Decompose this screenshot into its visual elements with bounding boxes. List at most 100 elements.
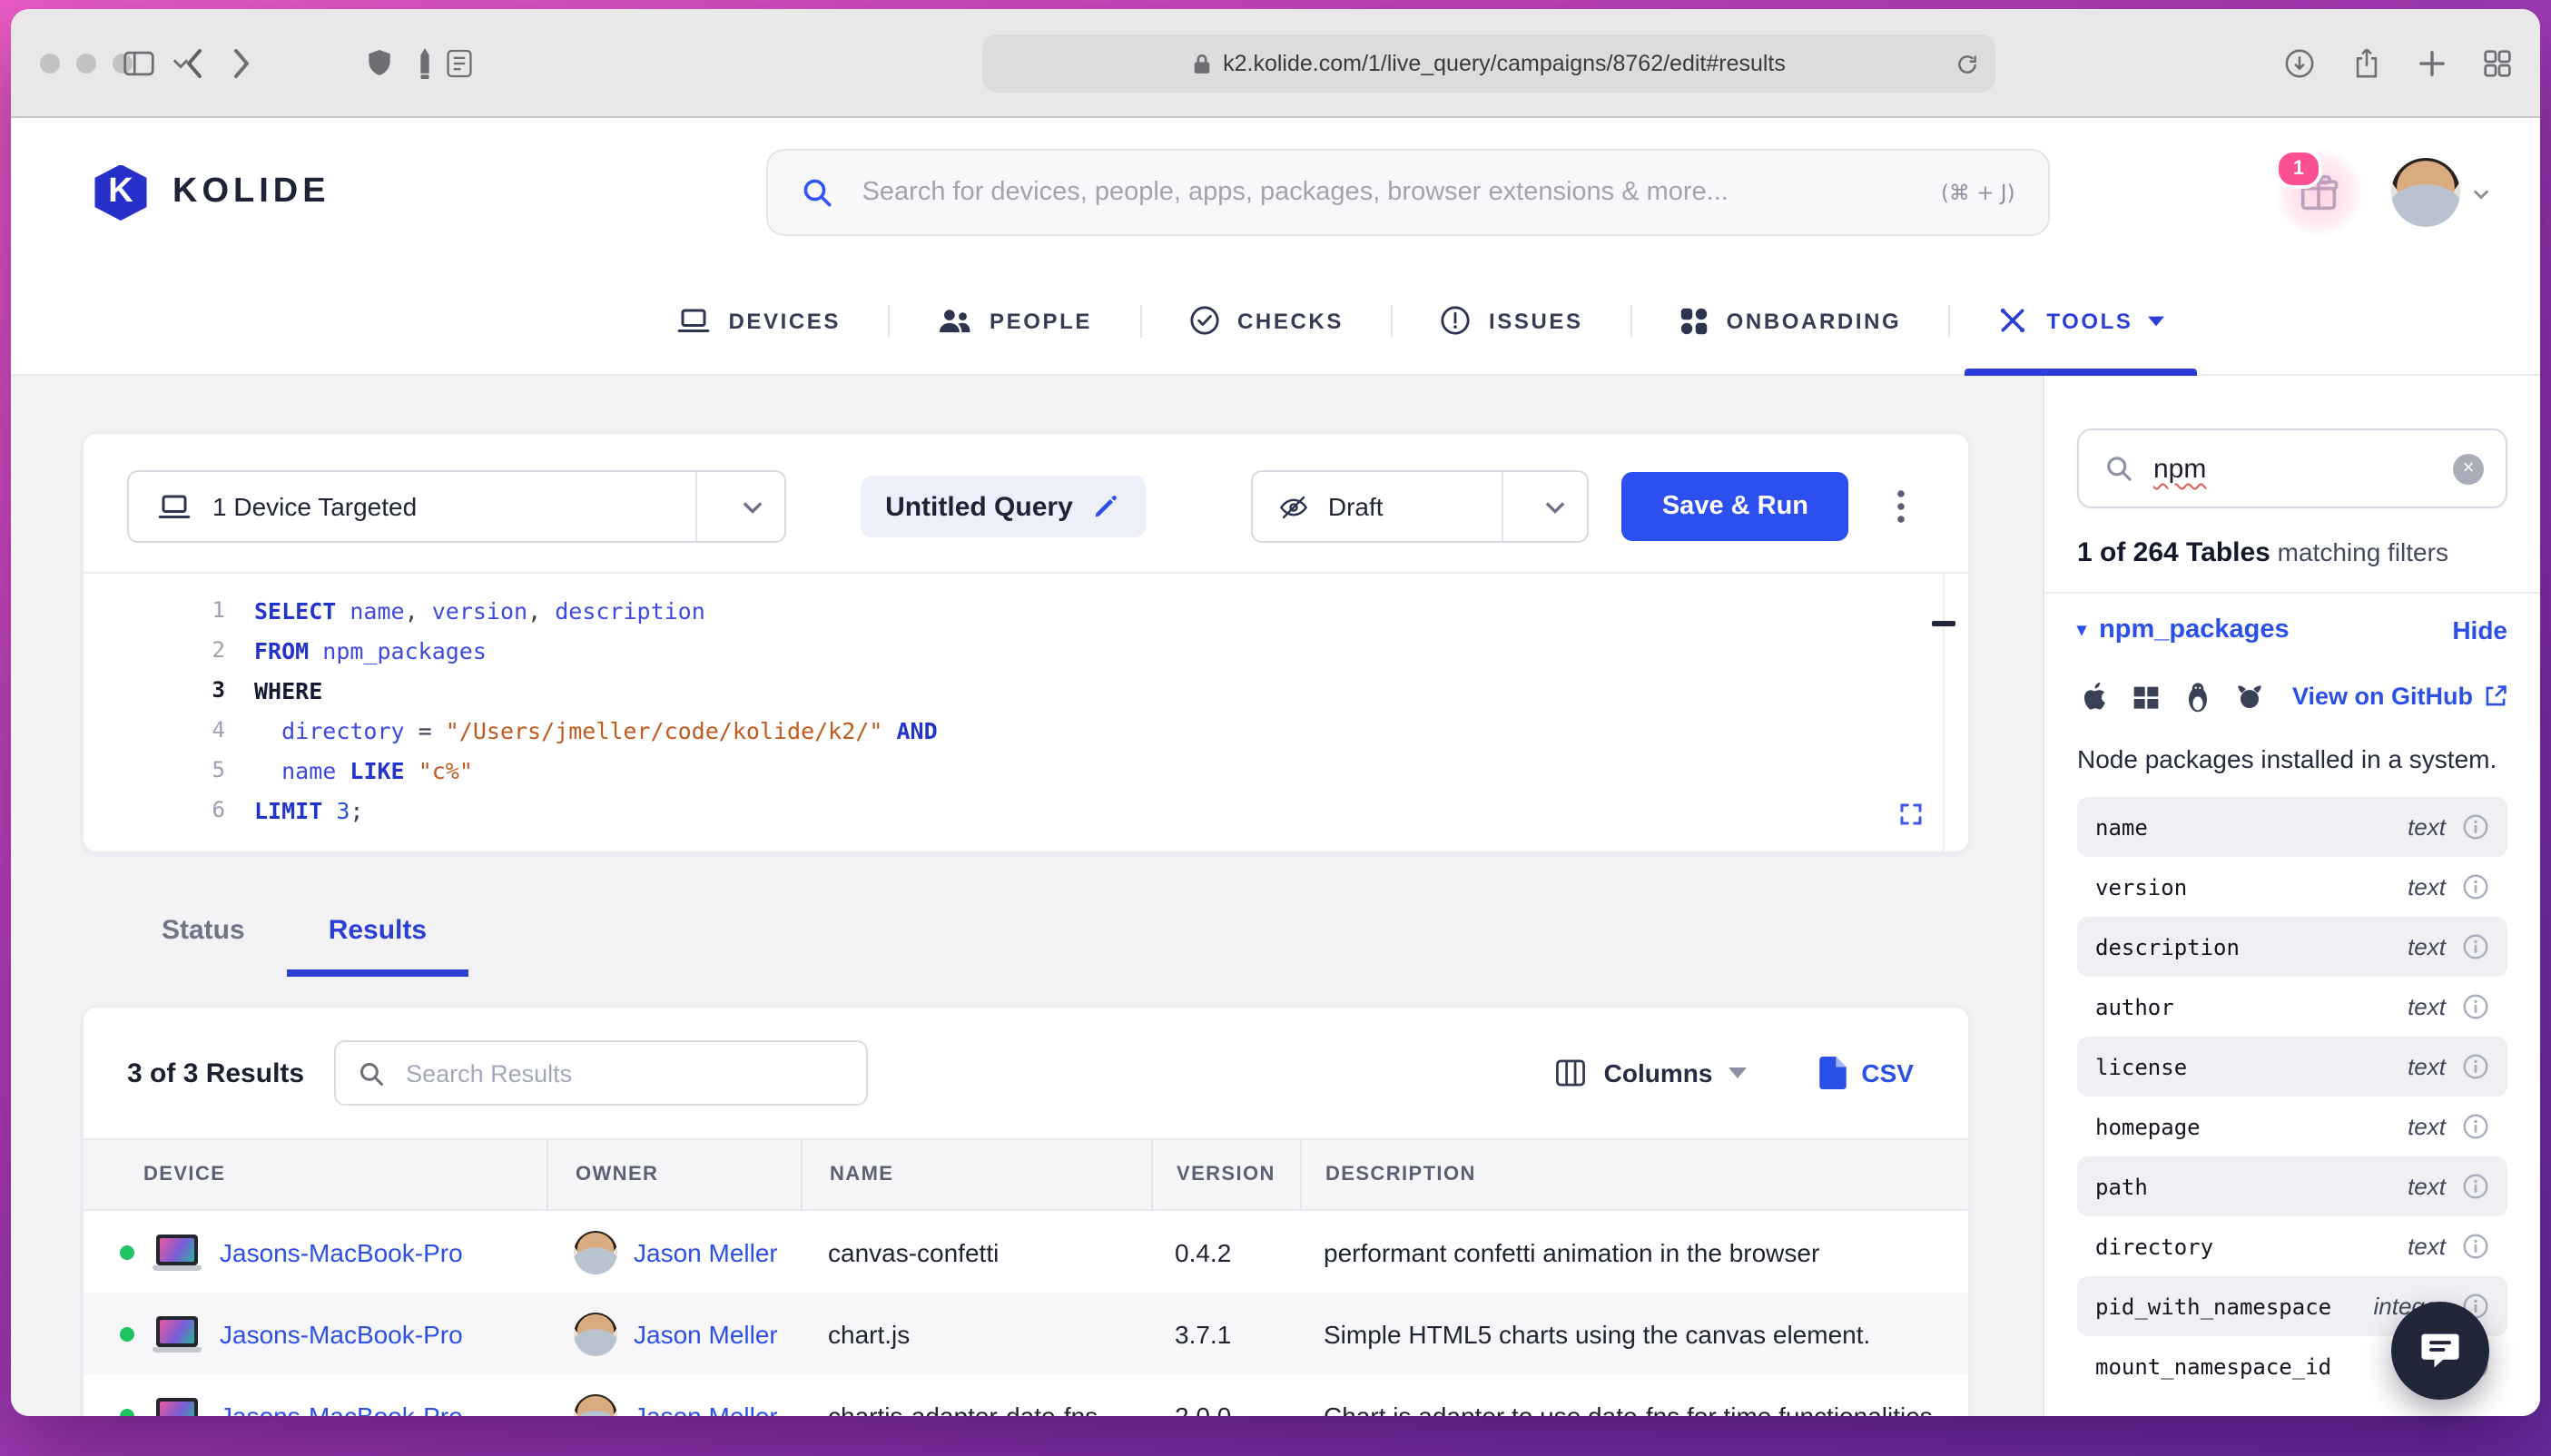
device-link[interactable]: Jasons-MacBook-Pro: [220, 1319, 463, 1348]
owner-link[interactable]: Jason Meller: [634, 1401, 778, 1416]
results-count-prefix: 3 of: [127, 1058, 183, 1088]
pen-extension-icon[interactable]: [418, 47, 432, 78]
sql-token: =: [405, 716, 446, 743]
info-icon[interactable]: [2462, 813, 2489, 841]
expand-editor-button[interactable]: [1886, 799, 1935, 830]
status-select[interactable]: Draft: [1252, 470, 1590, 543]
device-link[interactable]: Jasons-MacBook-Pro: [220, 1237, 463, 1266]
chat-bubble-icon: [2417, 1327, 2464, 1374]
sql-token: ,: [405, 596, 432, 624]
hide-link[interactable]: Hide: [2452, 615, 2507, 644]
csv-file-icon: [1819, 1057, 1847, 1089]
sidebar-toggle-icon[interactable]: [123, 50, 154, 75]
sql-editor[interactable]: 1SELECT name, version, description2FROM …: [84, 572, 1968, 851]
column-name: version: [2095, 874, 2408, 900]
column-type: text: [2408, 873, 2446, 900]
sql-line[interactable]: 1SELECT name, version, description: [84, 590, 1968, 630]
user-avatar[interactable]: [2391, 158, 2460, 227]
reader-view-icon[interactable]: [447, 48, 472, 77]
nav-item-tools[interactable]: TOOLS: [1950, 267, 2211, 374]
column-name: description: [2095, 934, 2408, 959]
version-cell: 0.4.2: [1151, 1237, 1300, 1266]
table-name-toggle[interactable]: ▾ npm_packages: [2077, 615, 2290, 644]
table-search-value[interactable]: npm: [2153, 453, 2433, 484]
clear-search-icon[interactable]: ×: [2453, 453, 2484, 484]
device-base: [153, 1264, 202, 1270]
primary-nav: DEVICES PEOPLE CHECKS ISSUES: [11, 267, 2540, 376]
collapse-caret-icon: ▾: [2077, 620, 2086, 640]
editor-scrollbar[interactable]: [1943, 574, 1945, 851]
column-header[interactable]: DESCRIPTION: [1300, 1140, 1968, 1209]
global-search[interactable]: (⌘ + J): [766, 149, 2050, 236]
results-search[interactable]: [333, 1040, 867, 1106]
info-icon[interactable]: [2462, 993, 2489, 1020]
info-icon[interactable]: [2462, 1113, 2489, 1140]
url-text: k2.kolide.com/1/live_query/campaigns/876…: [1223, 51, 1786, 76]
scroll-position-mark: [1932, 621, 1955, 626]
address-bar[interactable]: k2.kolide.com/1/live_query/campaigns/876…: [982, 34, 1995, 93]
tab-overview-icon[interactable]: [2484, 49, 2511, 76]
device-thumbnail: [153, 1315, 202, 1352]
account-chevron-icon[interactable]: [2473, 176, 2489, 209]
column-header[interactable]: DEVICE: [84, 1140, 547, 1209]
info-icon[interactable]: [2462, 873, 2489, 900]
reload-icon[interactable]: [1955, 52, 1979, 75]
traffic-lights: [40, 53, 133, 73]
column-type: text: [2408, 813, 2446, 841]
results-count-bold: 3 Results: [183, 1058, 304, 1088]
sql-line[interactable]: 3WHERE: [84, 670, 1968, 710]
back-button[interactable]: [185, 48, 203, 77]
tab-results[interactable]: Results: [287, 915, 468, 977]
shield-extension-icon[interactable]: [367, 48, 392, 77]
nav-item-onboarding[interactable]: ONBOARDING: [1632, 267, 1949, 374]
linux-platform-icon: [2184, 680, 2211, 713]
device-target-select[interactable]: 1 Device Targeted: [127, 470, 786, 543]
results-search-input[interactable]: [402, 1058, 843, 1088]
nav-item-devices[interactable]: DEVICES: [630, 267, 888, 374]
kolide-logo[interactable]: K KOLIDE: [93, 164, 330, 221]
chat-launcher-button[interactable]: [2391, 1302, 2489, 1400]
minimize-window-button[interactable]: [76, 53, 96, 73]
sql-token: SELECT: [254, 596, 336, 624]
sql-token: name: [281, 756, 336, 783]
device-link[interactable]: Jasons-MacBook-Pro: [220, 1401, 463, 1416]
query-name-button[interactable]: Untitled Query: [860, 476, 1146, 537]
nav-item-issues[interactable]: ISSUES: [1393, 267, 1630, 374]
save-run-button[interactable]: Save & Run: [1622, 472, 1848, 541]
info-icon[interactable]: [2462, 933, 2489, 960]
new-tab-icon[interactable]: [2418, 49, 2446, 76]
sql-token: FROM: [254, 636, 309, 664]
column-header[interactable]: NAME: [801, 1140, 1151, 1209]
close-window-button[interactable]: [40, 53, 60, 73]
downloads-icon[interactable]: [2284, 47, 2315, 78]
nav-item-people[interactable]: PEOPLE: [890, 267, 1139, 374]
column-header[interactable]: OWNER: [547, 1140, 801, 1209]
csv-button[interactable]: CSV: [1808, 1055, 1925, 1091]
columns-button[interactable]: Columns: [1544, 1057, 1758, 1089]
tab-status[interactable]: Status: [120, 915, 287, 977]
sql-line[interactable]: 2FROM npm_packages: [84, 630, 1968, 670]
info-icon[interactable]: [2462, 1233, 2489, 1260]
csv-label: CSV: [1861, 1058, 1914, 1087]
info-icon[interactable]: [2462, 1053, 2489, 1080]
column-header[interactable]: VERSION: [1151, 1140, 1300, 1209]
tools-icon: [1997, 305, 2028, 336]
nav-label: PEOPLE: [990, 308, 1092, 333]
sql-line[interactable]: 5 name LIKE "c%": [84, 750, 1968, 790]
view-on-github-link[interactable]: View on GitHub: [2292, 683, 2507, 710]
forward-button[interactable]: [232, 48, 251, 77]
owner-link[interactable]: Jason Meller: [634, 1237, 778, 1266]
sql-line[interactable]: 4 directory = "/Users/jmeller/code/kolid…: [84, 710, 1968, 750]
more-options-button[interactable]: [1877, 472, 1925, 541]
nav-item-checks[interactable]: CHECKS: [1141, 267, 1391, 374]
share-icon[interactable]: [2353, 47, 2380, 78]
info-icon[interactable]: [2462, 1173, 2489, 1200]
table-search[interactable]: npm ×: [2077, 428, 2507, 508]
gift-button[interactable]: 1: [2282, 156, 2355, 229]
sql-line[interactable]: 6LIMIT 3;: [84, 790, 1968, 830]
sql-token: WHERE: [254, 676, 322, 703]
owner-link[interactable]: Jason Meller: [634, 1319, 778, 1348]
device-screen: [156, 1397, 198, 1416]
people-icon: [937, 307, 971, 334]
global-search-input[interactable]: [859, 176, 1916, 209]
